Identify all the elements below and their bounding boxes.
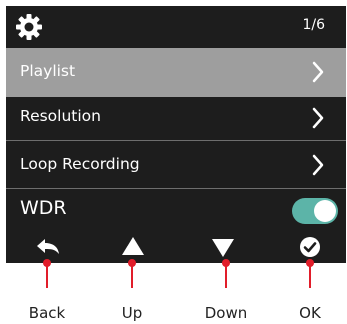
button-label-ok: OK [299, 304, 321, 322]
chevron-right-icon [312, 61, 324, 83]
ok-check-icon[interactable] [299, 236, 321, 258]
gear-icon[interactable] [15, 13, 43, 41]
menu-item-resolution[interactable]: Resolution [6, 97, 346, 141]
page-indicator: 1/6 [302, 17, 325, 33]
chevron-right-icon [312, 154, 324, 176]
header-bar: 1/6 [6, 6, 346, 48]
menu-item-label: WDR [20, 197, 67, 219]
chevron-right-icon [312, 107, 324, 129]
menu-item-wdr[interactable]: WDR [6, 189, 346, 229]
back-arrow-icon[interactable] [34, 237, 62, 259]
wdr-toggle[interactable] [292, 198, 338, 224]
device-screen: 1/6 Playlist Resolution Loop Recording W… [6, 6, 346, 263]
menu-item-label: Resolution [20, 107, 101, 125]
callout-line-ok [309, 263, 311, 288]
menu-item-label: Playlist [20, 62, 76, 80]
menu-item-label: Loop Recording [20, 155, 140, 173]
up-triangle-icon[interactable] [121, 236, 145, 256]
button-label-up: Up [121, 304, 143, 322]
down-triangle-icon[interactable] [211, 238, 235, 258]
callout-line-back [46, 263, 48, 288]
menu-item-loop-recording[interactable]: Loop Recording [6, 141, 346, 189]
callout-line-down [225, 263, 227, 288]
callout-line-up [131, 263, 133, 288]
menu-item-playlist[interactable]: Playlist [6, 48, 346, 97]
toggle-knob [314, 200, 336, 222]
button-label-back: Back [28, 304, 66, 322]
button-label-down: Down [204, 304, 248, 322]
